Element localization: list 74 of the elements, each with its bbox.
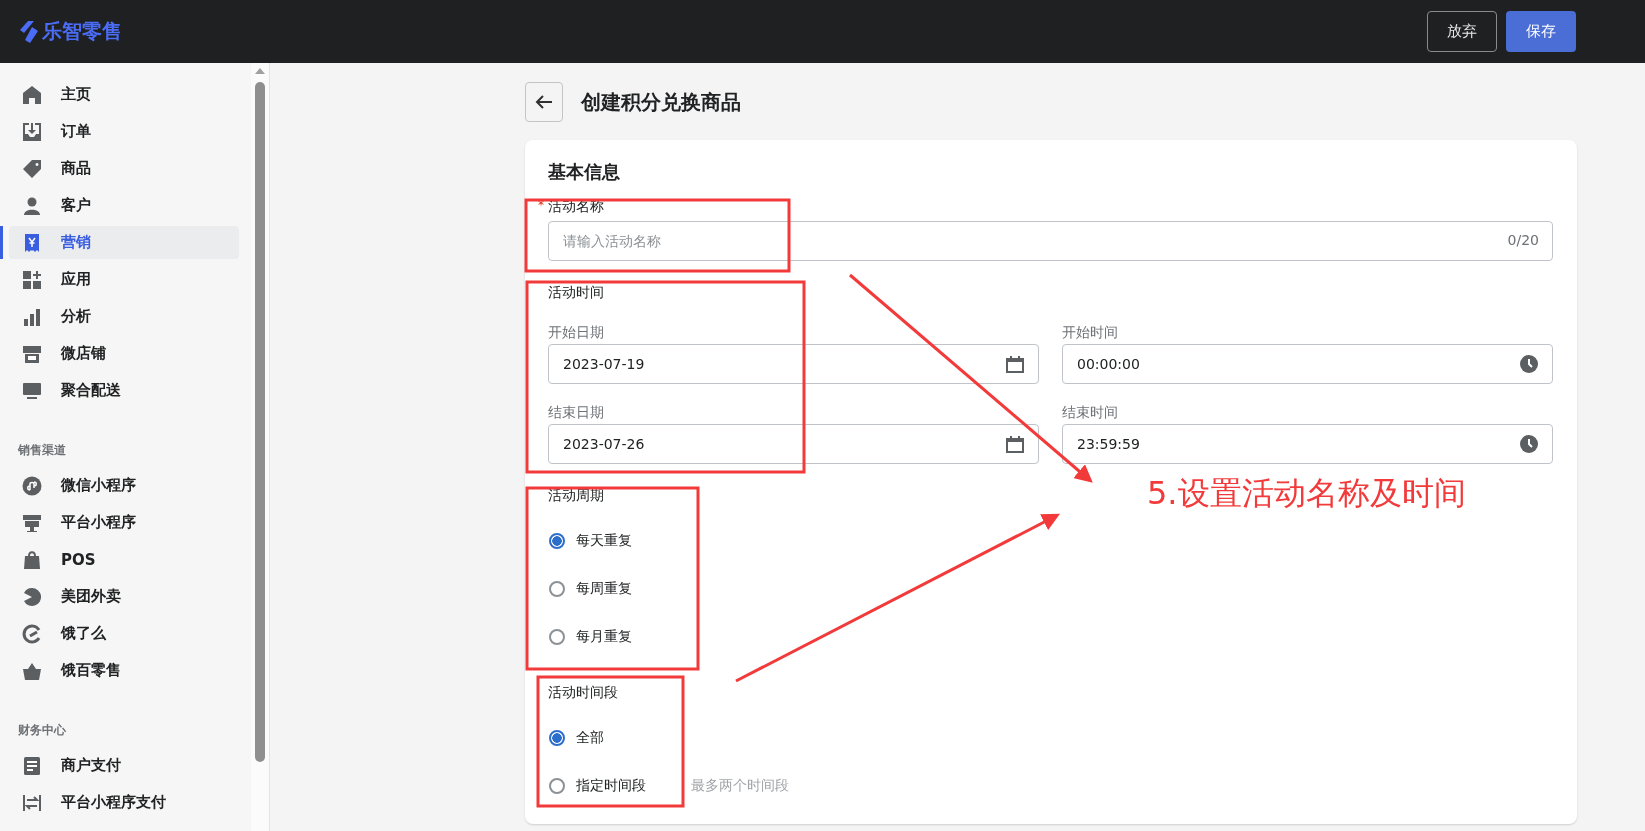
hint-text: 最多两个时间段: [691, 777, 789, 795]
nav-item[interactable]: 微店铺: [9, 337, 239, 370]
field-label: 结束日期: [548, 404, 605, 422]
house-icon: [22, 84, 42, 105]
tag-icon: [22, 158, 42, 179]
swap-icon: [22, 792, 42, 813]
nav-item[interactable]: 商户支付: [9, 749, 239, 782]
clock-icon: [1520, 355, 1538, 373]
kiosk-icon: [22, 512, 42, 533]
radio-button[interactable]: [549, 778, 565, 794]
nav-item[interactable]: 微信小程序: [9, 469, 239, 502]
field-label: 开始日期: [548, 324, 605, 342]
nav-item[interactable]: POS: [9, 543, 239, 576]
calendar-icon: [1006, 355, 1024, 373]
radio-label[interactable]: 每月重复: [576, 628, 680, 646]
nav-item[interactable]: 平台小程序: [9, 506, 239, 539]
back-button[interactable]: [525, 82, 563, 122]
nav-item[interactable]: 应用: [9, 263, 239, 296]
nav-item[interactable]: 美团外卖: [9, 580, 239, 613]
nav-item[interactable]: 饿百零售: [9, 654, 239, 687]
bag-icon: [22, 549, 42, 570]
field-label: 结束时间: [1062, 404, 1119, 422]
calendar-icon: [1006, 435, 1024, 453]
radio-label[interactable]: 指定时间段: [576, 777, 680, 795]
section-heading: 销售渠道: [17, 442, 67, 459]
nav-item[interactable]: 订单: [9, 115, 239, 148]
nav-item[interactable]: 分析: [9, 300, 239, 333]
date-field[interactable]: 2023-07-19: [548, 344, 1039, 384]
group-label: 活动时间段: [548, 684, 618, 702]
receipt-icon: [22, 232, 42, 253]
radio-button[interactable]: [549, 629, 565, 645]
required-mark: *: [538, 198, 544, 214]
discard-button[interactable]: 放弃: [1427, 11, 1497, 52]
person-icon: [22, 195, 42, 216]
nav-item[interactable]: 商品: [9, 152, 239, 185]
back-arrow-icon[interactable]: [535, 94, 553, 110]
annotation-caption: 5.设置活动名称及时间: [1147, 473, 1466, 514]
grid-icon: [22, 269, 42, 290]
radio-label[interactable]: 全部: [576, 729, 680, 747]
card-title: 基本信息: [548, 160, 621, 184]
section-heading: 财务中心: [17, 722, 67, 739]
radio-label[interactable]: 每天重复: [576, 532, 680, 550]
group-label: 活动时间: [548, 284, 604, 302]
time-field[interactable]: 00:00:00: [1062, 344, 1553, 384]
logo-text: 乐智零售: [42, 18, 122, 45]
bar-chart-icon: [22, 306, 42, 327]
nav-item[interactable]: 客户: [9, 189, 239, 222]
radio-button[interactable]: [549, 730, 565, 746]
link-icon: [22, 475, 42, 496]
radio-label[interactable]: 每周重复: [576, 580, 680, 598]
scroll-up-icon[interactable]: [255, 68, 265, 74]
swirl-icon: [22, 586, 42, 607]
group-label: 活动周期: [548, 487, 604, 505]
date-field[interactable]: 2023-07-26: [548, 424, 1039, 464]
radio-button[interactable]: [549, 533, 565, 549]
scrollbar-thumb[interactable]: [255, 82, 265, 762]
radio-button[interactable]: [549, 581, 565, 597]
logo-icon: [20, 20, 40, 43]
nav-item[interactable]: 平台小程序支付: [9, 786, 239, 819]
monitor-icon: [22, 380, 42, 401]
field-label: 开始时间: [1062, 324, 1119, 342]
save-button[interactable]: 保存: [1506, 11, 1576, 52]
gauge-icon: [22, 623, 42, 644]
scrollbar[interactable]: [251, 63, 269, 831]
tray-icon: [22, 121, 42, 142]
char-counter: 0/20: [1507, 232, 1539, 248]
time-field[interactable]: 23:59:59: [1062, 424, 1553, 464]
page-title: 创建积分兑换商品: [581, 88, 741, 116]
document-icon: [22, 755, 42, 776]
clock-icon: [1520, 435, 1538, 453]
storefront-icon: [22, 343, 42, 364]
nav-item[interactable]: 主页: [9, 78, 239, 111]
nav-item[interactable]: 聚合配送: [9, 374, 239, 407]
nav-item[interactable]: 饿了么: [9, 617, 239, 650]
